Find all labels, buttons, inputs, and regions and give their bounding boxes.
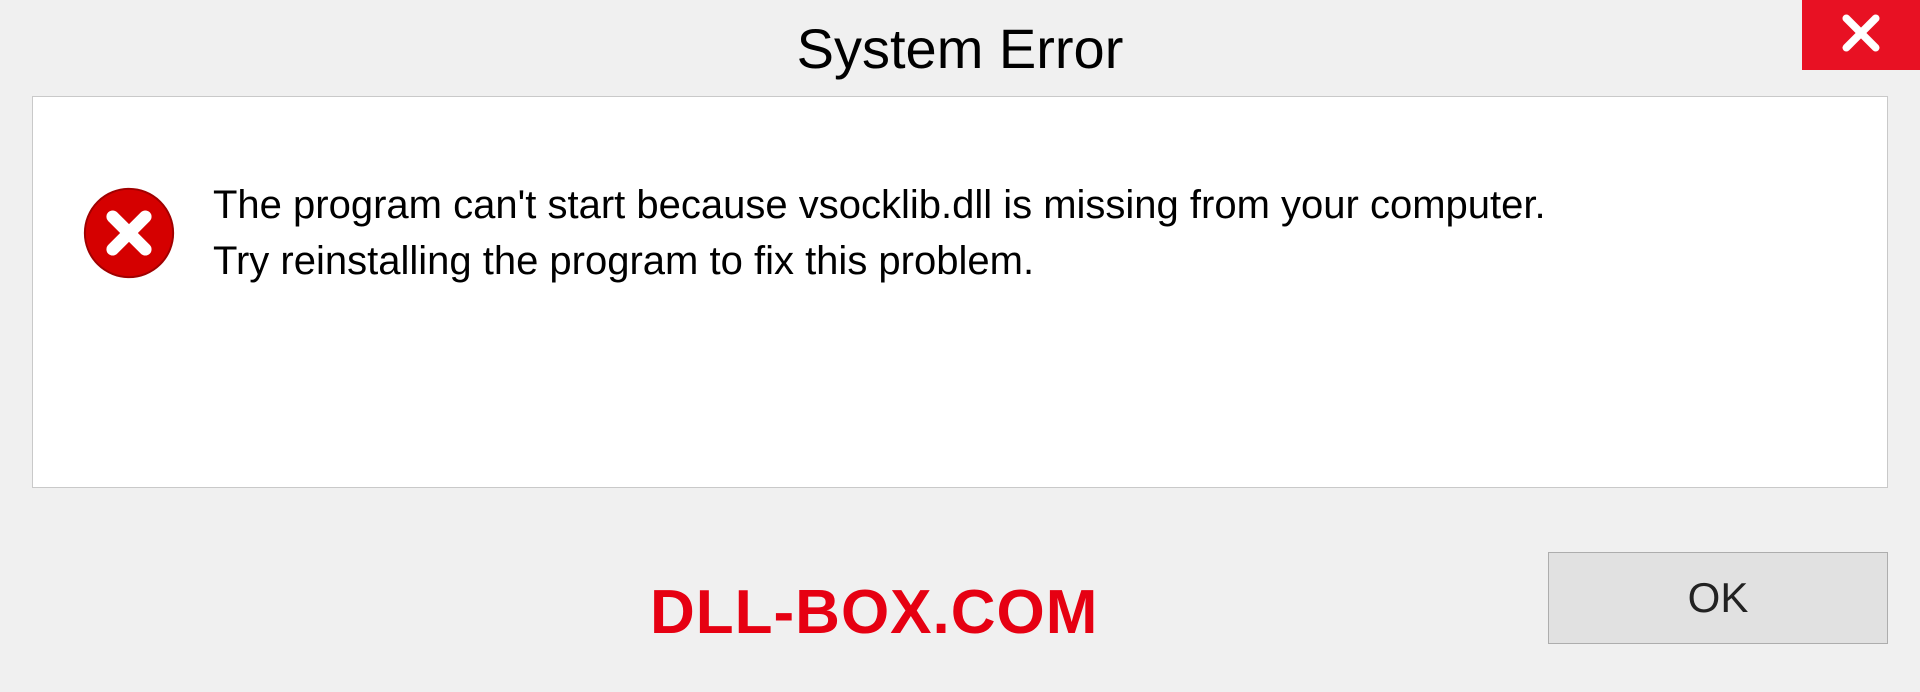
dialog-content: The program can't start because vsocklib… <box>32 96 1888 488</box>
dialog-title: System Error <box>797 16 1124 81</box>
error-dialog: System Error The program can't start bec… <box>0 0 1920 692</box>
close-icon <box>1839 11 1883 60</box>
ok-button-label: OK <box>1688 574 1749 622</box>
dialog-message: The program can't start because vsocklib… <box>213 177 1546 289</box>
ok-button[interactable]: OK <box>1548 552 1888 644</box>
titlebar: System Error <box>0 0 1920 96</box>
dialog-footer: DLL-BOX.COM OK <box>0 488 1920 688</box>
close-button[interactable] <box>1802 0 1920 70</box>
watermark-text: DLL-BOX.COM <box>650 577 1098 648</box>
error-icon <box>81 185 177 286</box>
